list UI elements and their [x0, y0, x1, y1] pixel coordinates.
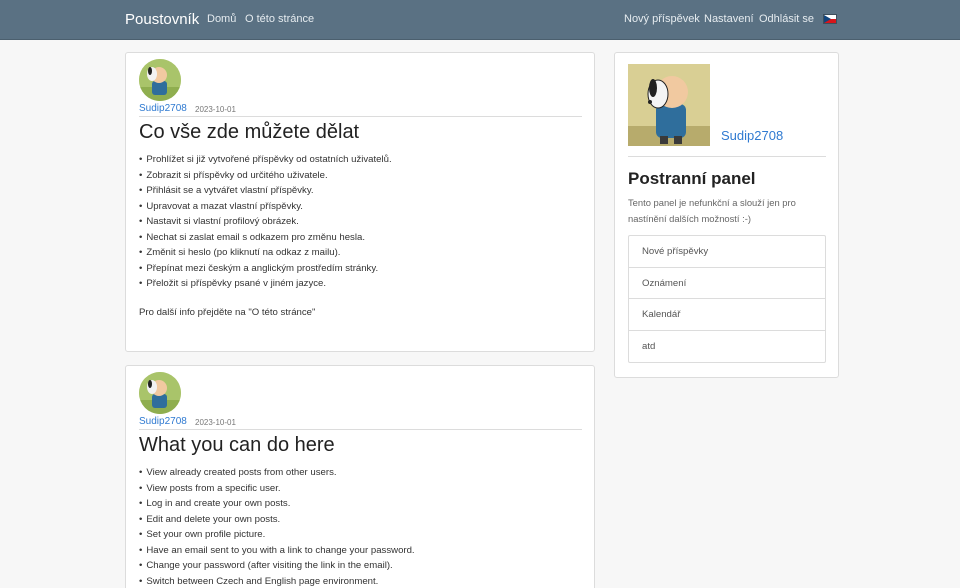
list-item: Set your own profile picture. — [139, 527, 415, 543]
post-content-list: Prohlížet si již vytvořené příspěvky od … — [139, 152, 392, 292]
list-item: Change your password (after visiting the… — [139, 558, 415, 574]
post-author-link[interactable]: Sudip2708 — [139, 416, 187, 427]
post-date: 2023-10-01 — [195, 418, 236, 427]
author-avatar[interactable] — [139, 372, 181, 414]
post-footer-text: Pro další info přejděte na "O této strán… — [139, 307, 316, 318]
list-item: Zobrazit si příspěvky od určitého uživat… — [139, 168, 392, 184]
sidebar-item-etc[interactable]: atd — [629, 331, 825, 363]
post-content-list: View already created posts from other us… — [139, 465, 415, 588]
post-title[interactable]: Co vše zde můžete dělat — [139, 121, 359, 144]
nav-home-link[interactable]: Domů — [207, 13, 236, 25]
sidebar-username-link[interactable]: Sudip2708 — [721, 128, 783, 143]
list-item: View posts from a specific user. — [139, 481, 415, 497]
list-item: Prohlížet si již vytvořené příspěvky od … — [139, 152, 391, 168]
list-item: Nastavit si vlastní profilový obrázek. — [139, 214, 392, 230]
list-item: Upravovat a mazat vlastní příspěvky. — [139, 199, 392, 215]
author-avatar[interactable] — [139, 59, 181, 101]
list-item: Nechat si zaslat email s odkazem pro změ… — [139, 230, 392, 246]
nav-new-post-link[interactable]: Nový příspěvek — [624, 13, 700, 25]
sidebar-description: Tento panel je nefunkční a slouží jen pr… — [628, 197, 796, 224]
post-date: 2023-10-01 — [195, 105, 236, 114]
sidebar-title: Postranní panel — [628, 169, 756, 188]
list-item: Switch between Czech and English page en… — [139, 574, 415, 588]
brand-link[interactable]: Poustovník — [125, 11, 199, 28]
nav-about-link[interactable]: O této stránce — [245, 13, 314, 25]
sidebar-item-announcements[interactable]: Oznámení — [629, 268, 825, 299]
profile-avatar[interactable] — [628, 64, 710, 146]
post-card: Sudip2708 2023-10-01 What you can do her… — [125, 365, 595, 588]
list-item: Edit and delete your own posts. — [139, 512, 415, 528]
list-item: Přihlásit se a vytvářet vlastní příspěvk… — [139, 183, 392, 199]
list-item: Přeložit si příspěvky psané v jiném jazy… — [139, 276, 392, 292]
list-item: View already created posts from other us… — [139, 465, 415, 481]
post-divider — [139, 429, 582, 430]
sidebar-item-calendar[interactable]: Kalendář — [629, 299, 825, 331]
sidebar-item-new-posts[interactable]: Nové příspěvky — [629, 236, 825, 268]
sidebar-panel: Sudip2708 Postranní panel Tento panel je… — [614, 52, 839, 378]
nav-settings-link[interactable]: Nastavení — [704, 13, 754, 25]
nav-logout-link[interactable]: Odhlásit se — [759, 13, 814, 25]
list-item: Log in and create your own posts. — [139, 496, 415, 512]
post-divider — [139, 116, 582, 117]
list-item: Změnit si heslo (po kliknutí na odkaz z … — [139, 245, 392, 261]
post-author-link[interactable]: Sudip2708 — [139, 103, 187, 114]
czech-flag-icon[interactable] — [823, 14, 837, 24]
sidebar-list: Nové příspěvky Oznámení Kalendář atd — [628, 235, 826, 363]
top-navbar: Poustovník Domů O této stránce Nový přís… — [0, 0, 960, 40]
sidebar-divider — [628, 156, 826, 157]
list-item: Přepínat mezi českým a anglickým prostře… — [139, 261, 392, 277]
post-title[interactable]: What you can do here — [139, 434, 335, 457]
post-card: Sudip2708 2023-10-01 Co vše zde můžete d… — [125, 52, 595, 352]
list-item: Have an email sent to you with a link to… — [139, 543, 414, 559]
